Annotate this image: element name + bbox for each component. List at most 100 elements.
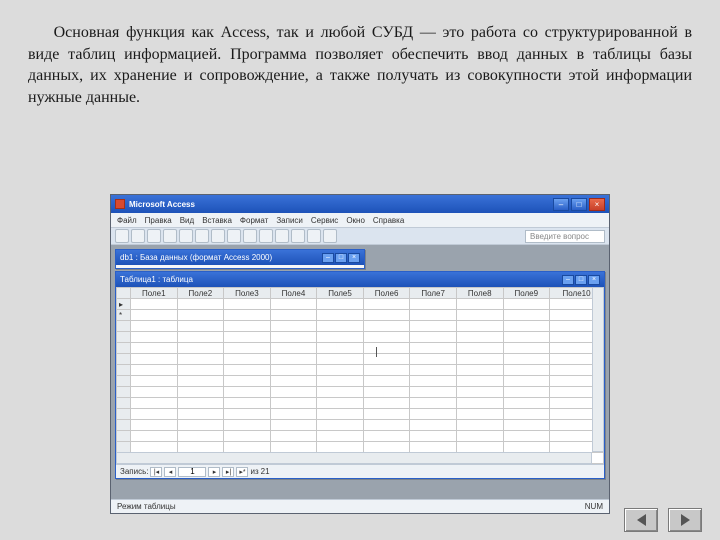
grid-cell[interactable] [177,431,224,442]
row-selector[interactable] [117,376,131,387]
menubar[interactable]: Файл Правка Вид Вставка Формат Записи Се… [111,213,609,227]
record-last-button[interactable]: ▸| [222,467,234,477]
grid-cell[interactable] [410,409,457,420]
column-header[interactable]: Поле3 [224,288,271,299]
menu-help[interactable]: Справка [373,216,404,225]
row-selector[interactable] [117,442,131,453]
grid-cell[interactable] [224,299,271,310]
dbwin-minimize-button[interactable]: – [322,253,334,263]
row-selector[interactable] [117,398,131,409]
grid-cell[interactable] [177,442,224,453]
grid-cell[interactable] [317,321,364,332]
grid-cell[interactable] [456,442,503,453]
toolbar-button[interactable] [179,229,193,243]
grid-cell[interactable] [456,376,503,387]
grid-cell[interactable] [270,431,317,442]
grid-cell[interactable] [224,376,271,387]
tblwin-close-button[interactable]: × [588,275,600,285]
row-selector[interactable]: * [117,310,131,321]
record-new-button[interactable]: ▸* [236,467,248,477]
grid-cell[interactable] [224,321,271,332]
grid-cell[interactable] [456,321,503,332]
grid-cell[interactable] [410,431,457,442]
grid-cell[interactable] [177,409,224,420]
grid-cell[interactable] [177,365,224,376]
toolbar-button[interactable] [275,229,289,243]
record-prev-button[interactable]: ◂ [164,467,176,477]
menu-file[interactable]: Файл [117,216,137,225]
grid-cell[interactable] [363,343,410,354]
column-header[interactable]: Поле7 [410,288,457,299]
toolbar-button[interactable] [227,229,241,243]
grid-cell[interactable] [410,365,457,376]
grid-cell[interactable] [177,310,224,321]
grid-cell[interactable] [363,310,410,321]
menu-format[interactable]: Формат [240,216,268,225]
window-close-button[interactable]: × [589,198,605,211]
grid-cell[interactable] [131,321,178,332]
row-selector[interactable] [117,321,131,332]
grid-cell[interactable] [177,321,224,332]
toolbar-button[interactable] [131,229,145,243]
grid-cell[interactable] [410,398,457,409]
grid-cell[interactable] [503,431,550,442]
grid-cell[interactable] [131,310,178,321]
grid-cell[interactable] [363,409,410,420]
record-next-button[interactable]: ▸ [208,467,220,477]
grid-cell[interactable] [317,420,364,431]
grid-cell[interactable] [503,376,550,387]
menu-window[interactable]: Окно [346,216,365,225]
grid-cell[interactable] [456,398,503,409]
column-header[interactable]: Поле2 [177,288,224,299]
grid-cell[interactable] [456,332,503,343]
grid-cell[interactable] [270,321,317,332]
grid-cell[interactable] [456,387,503,398]
column-header[interactable]: Поле9 [503,288,550,299]
row-selector[interactable] [117,343,131,354]
grid-cell[interactable] [503,310,550,321]
window-maximize-button[interactable]: □ [571,198,587,211]
row-selector[interactable] [117,431,131,442]
column-header[interactable]: Поле1 [131,288,178,299]
toolbar-button[interactable] [115,229,129,243]
grid-cell[interactable] [131,442,178,453]
grid-cell[interactable] [224,310,271,321]
grid-cell[interactable] [363,376,410,387]
grid-cell[interactable] [131,354,178,365]
grid-cell[interactable] [270,376,317,387]
grid-cell[interactable] [503,442,550,453]
grid-cell[interactable] [363,431,410,442]
grid-cell[interactable] [131,343,178,354]
grid-cell[interactable] [503,354,550,365]
grid-cell[interactable] [317,387,364,398]
grid-cell[interactable] [177,354,224,365]
grid-cell[interactable] [270,365,317,376]
grid-cell[interactable] [177,420,224,431]
help-search-input[interactable]: Введите вопрос [525,230,605,243]
row-selector[interactable] [117,387,131,398]
grid-cell[interactable] [317,299,364,310]
grid-cell[interactable] [503,343,550,354]
grid-cell[interactable] [224,442,271,453]
table-window[interactable]: Таблица1 : таблица – □ × Поле1Поле2Поле3… [115,271,605,479]
grid-cell[interactable] [456,431,503,442]
grid-cell[interactable] [410,310,457,321]
grid-cell[interactable] [177,332,224,343]
toolbar-button[interactable] [291,229,305,243]
grid-cell[interactable] [456,409,503,420]
tblwin-minimize-button[interactable]: – [562,275,574,285]
grid-cell[interactable] [363,442,410,453]
grid-cell[interactable] [363,321,410,332]
grid-cell[interactable] [503,387,550,398]
grid-cell[interactable] [410,376,457,387]
grid-cell[interactable] [317,376,364,387]
grid-cell[interactable] [363,387,410,398]
grid-cell[interactable] [270,354,317,365]
menu-view[interactable]: Вид [180,216,194,225]
vertical-scrollbar[interactable] [592,287,604,452]
grid-cell[interactable] [177,387,224,398]
grid-cell[interactable] [317,409,364,420]
dbwin-close-button[interactable]: × [348,253,360,263]
next-slide-button[interactable] [668,508,702,532]
dbwin-maximize-button[interactable]: □ [335,253,347,263]
